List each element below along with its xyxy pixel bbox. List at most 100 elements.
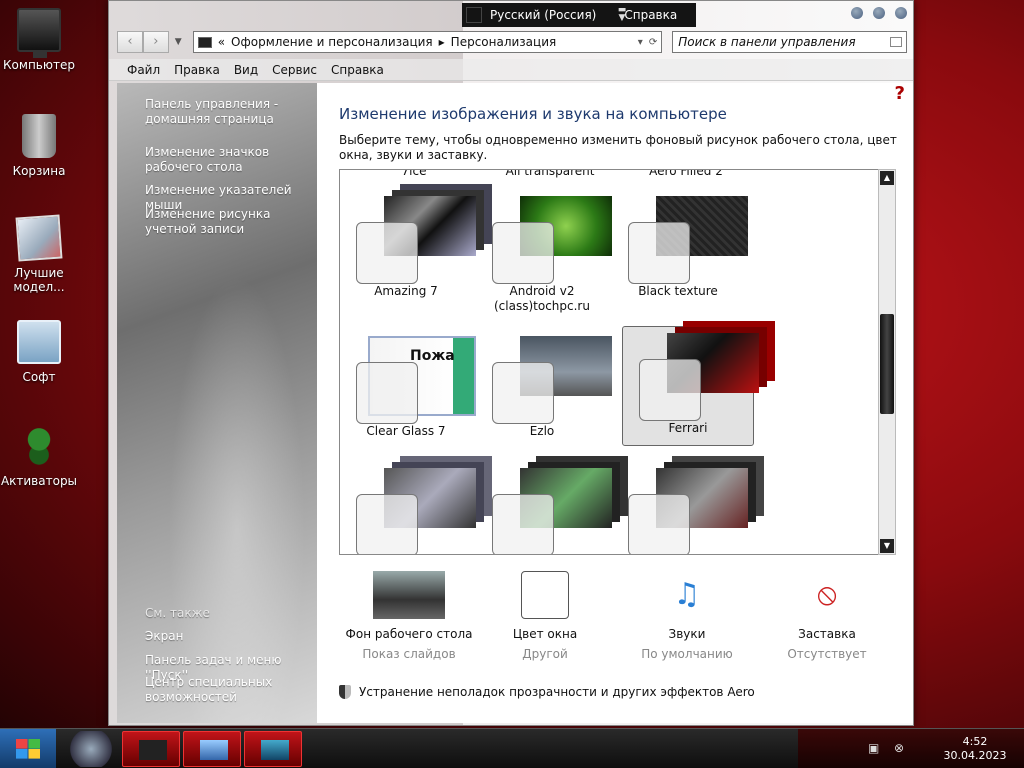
breadcrumb-separator[interactable]: ▸ xyxy=(439,35,445,49)
wallpaper-icon xyxy=(373,571,445,619)
see-also-ease-of-access[interactable]: Центр специальных возможностей xyxy=(145,675,315,705)
theme-color-swatch xyxy=(492,494,554,554)
theme-label: Black texture xyxy=(638,284,718,298)
desktop-icon-label: Активаторы xyxy=(0,474,78,488)
search-icon[interactable] xyxy=(890,37,902,47)
picture-folder-icon xyxy=(15,214,63,262)
theme-item[interactable] xyxy=(340,462,476,554)
theme-partial-top[interactable]: All transparent xyxy=(484,170,616,186)
search-placeholder[interactable]: Поиск в панели управления xyxy=(678,35,855,49)
option-screensaver[interactable]: ⦸ Заставка Отсутствует xyxy=(757,571,897,661)
volume-muted-icon[interactable]: ⊗ xyxy=(894,741,910,755)
address-bar[interactable]: « Оформление и персонализация ▸ Персонал… xyxy=(192,31,663,53)
aero-link-label[interactable]: Устранение неполадок прозрачности и друг… xyxy=(359,685,755,699)
preview-text: Пожа xyxy=(410,348,455,364)
option-sub: По умолчанию xyxy=(641,647,733,661)
back-button[interactable]: ‹ xyxy=(117,31,143,53)
theme-label: Ferrari xyxy=(668,421,708,435)
folder-icon xyxy=(17,320,61,364)
scroll-down-arrow-icon[interactable]: ▼ xyxy=(880,539,894,553)
theme-item[interactable]: Amazing 7 xyxy=(340,190,476,310)
minimize-button[interactable] xyxy=(851,7,863,19)
theme-item[interactable]: Black texture xyxy=(612,190,748,310)
desktop-icon-label: Корзина xyxy=(12,164,66,178)
theme-item[interactable]: Пожа Clear Glass 7 xyxy=(340,330,476,450)
menu-edit[interactable]: Правка xyxy=(174,63,220,77)
theme-color-swatch xyxy=(628,222,690,284)
desktop-icon-computer[interactable]: Компьютер xyxy=(0,8,78,72)
title-bar[interactable]: Русский (Россия) Справка ▬ ▼ xyxy=(109,1,913,27)
option-sounds[interactable]: ♫ Звуки По умолчанию xyxy=(617,571,757,661)
refresh-icon[interactable]: ⟳ xyxy=(649,37,657,48)
option-window-color[interactable]: Цвет окна Другой xyxy=(475,571,615,661)
computer-icon xyxy=(17,8,61,58)
theme-color-swatch xyxy=(628,494,690,554)
menu-view[interactable]: Вид xyxy=(234,63,258,77)
personalization-window: Русский (Россия) Справка ▬ ▼ ‹ › ▼ « Офор… xyxy=(108,0,914,726)
taskbar-browser-button[interactable] xyxy=(62,731,120,767)
desktop-icon-soft[interactable]: Софт xyxy=(0,320,78,384)
maximize-button[interactable] xyxy=(873,7,885,19)
theme-item[interactable] xyxy=(476,462,612,554)
scroll-thumb[interactable] xyxy=(880,314,894,414)
network-icon[interactable]: ▣ xyxy=(868,741,884,755)
theme-list-scrollbar[interactable]: ▲ ▼ xyxy=(878,169,896,555)
clock[interactable]: 4:52 30.04.2023 xyxy=(940,735,1010,763)
desktop-icon-activators[interactable]: Активаторы xyxy=(0,424,78,488)
option-sub: Показ слайдов xyxy=(362,647,456,661)
forward-button[interactable]: › xyxy=(142,31,169,53)
sidebar-link-desktop-icons[interactable]: Изменение значков рабочего стола xyxy=(145,145,315,175)
desktop-icon-best-models[interactable]: Лучшие модел... xyxy=(0,214,78,294)
address-dropdown-icon[interactable]: ▾ xyxy=(638,37,643,48)
start-button[interactable] xyxy=(0,729,56,768)
taskbar-control-panel-button[interactable] xyxy=(244,731,302,767)
theme-list[interactable]: 7ice All transparent Aero Filled 2 Amazi… xyxy=(339,169,879,555)
theme-partial-top[interactable]: 7ice xyxy=(348,170,480,186)
scroll-up-arrow-icon[interactable]: ▲ xyxy=(880,171,894,185)
theme-item-selected[interactable]: Ferrari xyxy=(622,326,759,446)
recent-pages-chevron-down-icon[interactable]: ▼ xyxy=(175,31,187,53)
desktop-icon-label: Софт xyxy=(22,370,56,384)
sidebar-link-control-panel-home[interactable]: Панель управления - домашняя страница xyxy=(145,97,315,127)
address-controls: ▾ ⟳ xyxy=(638,37,661,48)
taskbar-pinned-button[interactable] xyxy=(183,731,241,767)
option-sub: Отсутствует xyxy=(787,647,867,661)
theme-item[interactable] xyxy=(612,462,748,554)
breadcrumb-personalization[interactable]: Персонализация xyxy=(451,35,557,49)
recycle-bin-icon xyxy=(22,114,56,158)
menu-help[interactable]: Справка xyxy=(331,63,384,77)
aero-troubleshoot-link[interactable]: Устранение неполадок прозрачности и друг… xyxy=(339,685,755,699)
language-bar[interactable]: Русский (Россия) Справка ▬ ▼ xyxy=(462,3,696,27)
clock-time: 4:52 xyxy=(962,735,988,748)
window-controls xyxy=(851,7,907,19)
theme-item[interactable]: Android v2 (class)tochpc.ru xyxy=(476,190,612,313)
language-bar-grip[interactable] xyxy=(466,7,482,23)
help-icon[interactable]: ? xyxy=(895,83,905,104)
sidebar-link-account-picture[interactable]: Изменение рисунка учетной записи xyxy=(145,207,315,237)
theme-partial-top[interactable]: Aero Filled 2 xyxy=(620,170,752,186)
breadcrumb-appearance[interactable]: Оформление и персонализация xyxy=(231,35,433,49)
monitor-icon xyxy=(139,740,167,760)
desktop-icon-recycle-bin[interactable]: Корзина xyxy=(0,114,78,178)
menu-file[interactable]: Файл xyxy=(127,63,160,77)
option-label: Звуки xyxy=(668,627,706,641)
search-box[interactable]: Поиск в панели управления xyxy=(672,31,907,53)
theme-label: Amazing 7 xyxy=(374,284,438,298)
menu-bar: Файл Правка Вид Сервис Справка xyxy=(109,59,913,81)
breadcrumb-overflow[interactable]: « xyxy=(218,35,225,49)
theme-item[interactable]: Ezlo xyxy=(476,330,612,450)
windows-logo-icon xyxy=(16,739,40,759)
main-content: ? Изменение изображения и звука на компь… xyxy=(317,83,913,723)
option-sub: Другой xyxy=(522,647,568,661)
option-label: Заставка xyxy=(798,627,856,641)
language-bar-options-icon[interactable]: ▬ ▼ xyxy=(552,6,692,23)
close-button[interactable] xyxy=(895,7,907,19)
theme-color-swatch xyxy=(356,222,418,284)
menu-tools[interactable]: Сервис xyxy=(272,63,317,77)
taskbar-window-button[interactable] xyxy=(122,731,180,767)
option-desktop-background[interactable]: Фон рабочего стола Показ слайдов xyxy=(339,571,479,661)
theme-color-swatch xyxy=(492,362,554,424)
see-also-display[interactable]: Экран xyxy=(145,629,315,644)
sounds-icon: ♫ xyxy=(673,577,701,612)
screensaver-icon: ⦸ xyxy=(817,577,837,612)
